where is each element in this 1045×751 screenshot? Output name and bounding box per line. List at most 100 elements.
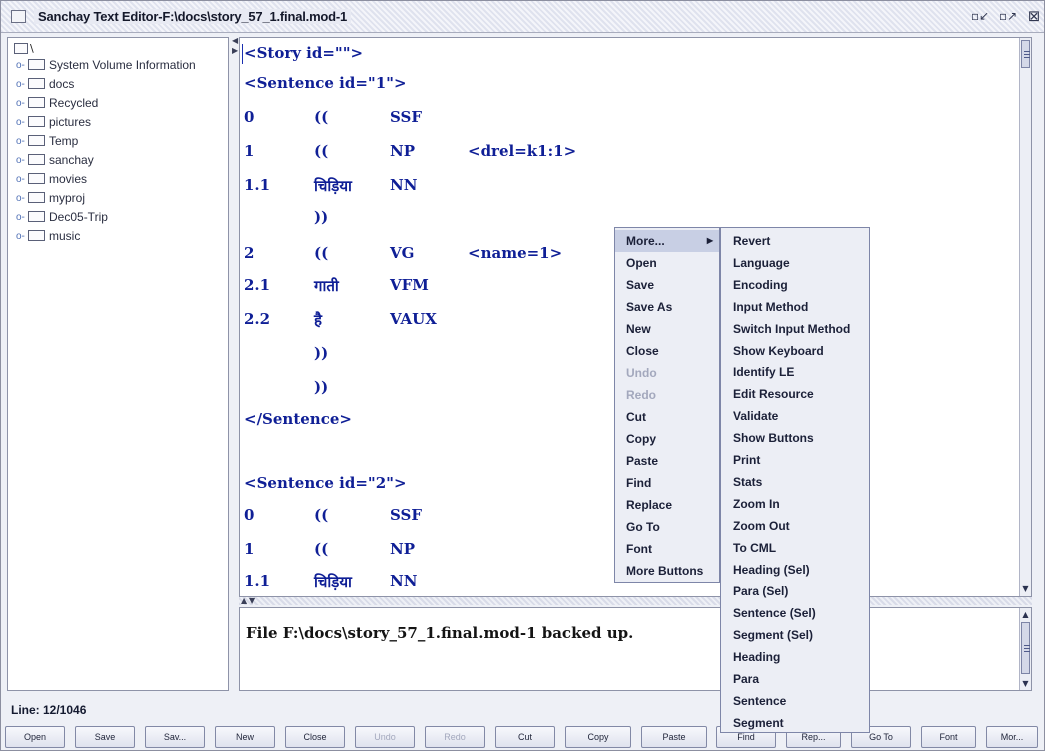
expand-handle-icon[interactable]: o- xyxy=(16,98,26,109)
expand-handle-icon[interactable]: o- xyxy=(16,79,26,90)
context-menu-item[interactable]: Redo xyxy=(615,384,719,406)
submenu-item[interactable]: Segment xyxy=(721,712,869,734)
split-up-arrow-icon[interactable]: ▲ xyxy=(241,596,247,605)
minimize-icon[interactable]: ▫↙ xyxy=(971,8,989,24)
submenu-item[interactable]: Switch Input Method xyxy=(721,318,869,340)
menu-item-label: Replace xyxy=(626,498,673,512)
toolbar-button[interactable]: Paste xyxy=(641,726,707,748)
tree-item-label: movies xyxy=(49,172,88,186)
submenu-item[interactable]: Sentence xyxy=(721,690,869,712)
expand-handle-icon[interactable]: o- xyxy=(16,212,26,223)
vertical-split-divider[interactable]: ◀ ▶ xyxy=(231,37,239,691)
expand-handle-icon[interactable]: o- xyxy=(16,117,26,128)
toolbar-button[interactable]: Sav... xyxy=(145,726,205,748)
editor-scroll-thumb[interactable] xyxy=(1021,40,1030,68)
submenu-item[interactable]: Edit Resource xyxy=(721,383,869,405)
context-menu-item[interactable]: Open xyxy=(615,252,719,274)
tree-item[interactable]: o-sanchay xyxy=(16,153,94,171)
submenu-item[interactable]: Para (Sel) xyxy=(721,580,869,602)
tree-item[interactable]: o- Dec05-Trip xyxy=(16,210,108,228)
editor-cell: <name=1> xyxy=(468,244,563,262)
toolbar-button[interactable]: Undo xyxy=(355,726,415,748)
split-down-arrow-icon[interactable]: ▼ xyxy=(249,596,255,605)
expand-handle-icon[interactable]: o- xyxy=(16,174,26,185)
close-icon[interactable]: ⊠ xyxy=(1026,8,1042,24)
submenu-item[interactable]: Zoom Out xyxy=(721,515,869,537)
submenu-item[interactable]: Identify LE xyxy=(721,361,869,383)
expand-handle-icon[interactable]: o- xyxy=(16,155,26,166)
log-scrollbar[interactable]: ▲ ▼ xyxy=(1019,608,1031,690)
maximize-icon[interactable]: ▫↗ xyxy=(999,8,1017,24)
editor-cell: चिड़िया xyxy=(314,177,352,195)
editor-cell: NP xyxy=(390,540,415,558)
message-log[interactable]: File F:\docs\story_57_1.final.mod-1 back… xyxy=(239,607,1032,691)
title-bar[interactable]: Sanchay Text Editor-F:\docs\story_57_1.f… xyxy=(1,1,1044,33)
toolbar-button[interactable]: Open xyxy=(5,726,65,748)
tree-item[interactable]: o-myproj xyxy=(16,191,85,209)
submenu-item[interactable]: Heading xyxy=(721,646,869,668)
submenu-item[interactable]: Segment (Sel) xyxy=(721,624,869,646)
collapse-left-arrow-icon[interactable]: ◀ xyxy=(232,37,238,45)
context-menu-item[interactable]: Cut xyxy=(615,406,719,428)
scroll-down-arrow-icon[interactable]: ▼ xyxy=(1020,678,1031,689)
tree-item[interactable]: o- System Volume Information xyxy=(16,58,196,76)
expand-right-arrow-icon[interactable]: ▶ xyxy=(232,47,238,55)
submenu-item[interactable]: To CML xyxy=(721,537,869,559)
toolbar-button[interactable]: Close xyxy=(285,726,345,748)
toolbar-button[interactable]: New xyxy=(215,726,275,748)
toolbar-button[interactable]: Cut xyxy=(495,726,555,748)
expand-handle-icon[interactable]: o- xyxy=(16,136,26,147)
context-menu-item[interactable]: Copy xyxy=(615,428,719,450)
submenu-item[interactable]: Show Keyboard xyxy=(721,340,869,362)
tree-item[interactable]: o- Recycled xyxy=(16,96,98,114)
submenu-item[interactable]: Show Buttons xyxy=(721,427,869,449)
log-scroll-thumb[interactable] xyxy=(1021,622,1030,674)
context-menu-item[interactable]: Find xyxy=(615,472,719,494)
submenu-item[interactable]: Print xyxy=(721,449,869,471)
context-menu-item[interactable]: New xyxy=(615,318,719,340)
context-menu-item[interactable]: Save xyxy=(615,274,719,296)
expand-handle-icon[interactable]: o- xyxy=(16,60,26,71)
submenu-item[interactable]: Stats xyxy=(721,471,869,493)
tree-item[interactable]: o-music xyxy=(16,229,80,247)
editor-cell: SSF xyxy=(390,108,422,126)
context-menu-item[interactable]: Undo xyxy=(615,362,719,384)
submenu-item[interactable]: Encoding xyxy=(721,274,869,296)
toolbar-button[interactable]: Mor... xyxy=(986,726,1038,748)
context-menu-item[interactable]: Font xyxy=(615,538,719,560)
editor-cell: चिड़िया xyxy=(314,573,352,591)
context-menu-item[interactable]: Save As xyxy=(615,296,719,318)
tree-item[interactable]: o-movies xyxy=(16,172,87,190)
horizontal-split-divider[interactable]: ▲ ▼ xyxy=(239,596,1032,605)
toolbar-button[interactable]: Save xyxy=(75,726,135,748)
submenu-item[interactable]: Heading (Sel) xyxy=(721,559,869,581)
tree-root[interactable]: \ xyxy=(14,42,34,58)
submenu-item[interactable]: Validate xyxy=(721,405,869,427)
tree-item[interactable]: o- Temp xyxy=(16,134,78,152)
tree-item[interactable]: o-docs xyxy=(16,77,74,95)
scroll-down-arrow-icon[interactable]: ▼ xyxy=(1020,583,1031,594)
editor-cell: </Sentence> xyxy=(244,410,352,428)
expand-handle-icon[interactable]: o- xyxy=(16,231,26,242)
submenu-item[interactable]: Revert xyxy=(721,230,869,252)
context-menu-item[interactable]: Go To xyxy=(615,516,719,538)
scroll-up-arrow-icon[interactable]: ▲ xyxy=(1020,609,1031,620)
expand-handle-icon[interactable]: o- xyxy=(16,193,26,204)
submenu-item[interactable]: Input Method xyxy=(721,296,869,318)
tree-item[interactable]: o-pictures xyxy=(16,115,91,133)
submenu-item[interactable]: Sentence (Sel) xyxy=(721,602,869,624)
menu-item-label: Go To xyxy=(626,520,660,534)
submenu-item[interactable]: Zoom In xyxy=(721,493,869,515)
editor-scrollbar[interactable]: ▼ xyxy=(1019,38,1031,596)
context-menu-item[interactable]: Close xyxy=(615,340,719,362)
submenu-item[interactable]: Language xyxy=(721,252,869,274)
toolbar-button[interactable]: Copy xyxy=(565,726,631,748)
editor-cell: गाती xyxy=(314,277,339,295)
context-menu-item[interactable]: More... ▶ xyxy=(615,230,719,252)
context-menu-item[interactable]: More Buttons xyxy=(615,560,719,582)
submenu-item[interactable]: Para xyxy=(721,668,869,690)
context-menu-item[interactable]: Paste xyxy=(615,450,719,472)
context-menu-item[interactable]: Replace xyxy=(615,494,719,516)
toolbar-button[interactable]: Font xyxy=(921,726,976,748)
toolbar-button[interactable]: Redo xyxy=(425,726,485,748)
